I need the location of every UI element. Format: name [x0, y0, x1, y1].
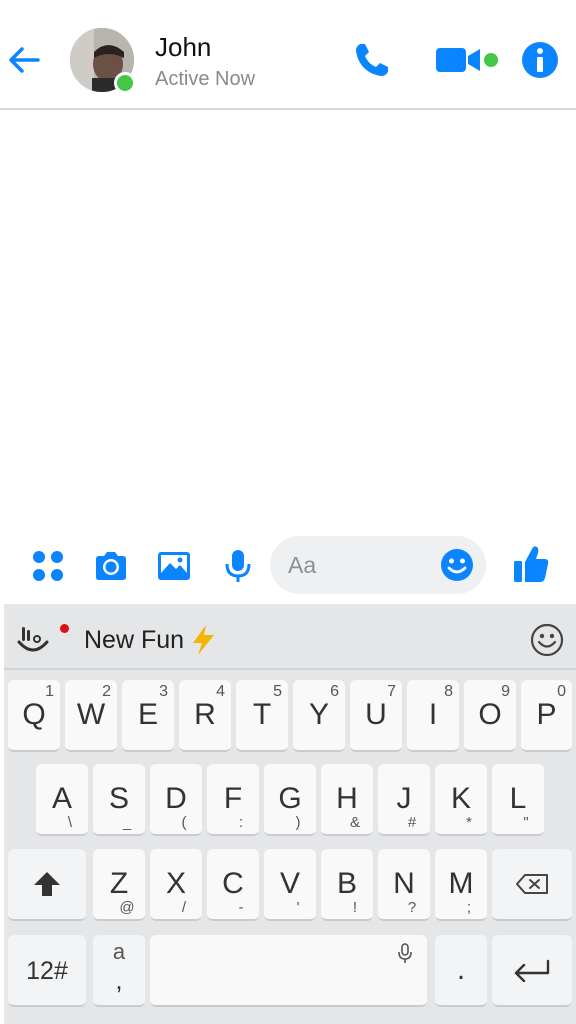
key-i[interactable]: 8I	[407, 680, 459, 752]
key-c[interactable]: C-	[207, 849, 259, 921]
key-r[interactable]: 4R	[179, 680, 231, 752]
on-screen-keyboard: New Fun 1Q 2W 3E 4R 5T 6Y 7U 8I 9O 0P A \…	[4, 604, 576, 1024]
key-y[interactable]: 6Y	[293, 680, 345, 752]
info-icon[interactable]	[520, 40, 560, 80]
key-h[interactable]: H &	[321, 764, 373, 836]
key-s[interactable]: S _	[93, 764, 145, 836]
gallery-image-icon[interactable]	[156, 548, 192, 584]
lightning-bolt-icon	[193, 625, 214, 655]
shift-arrow-icon	[34, 872, 60, 896]
camera-icon[interactable]	[93, 548, 129, 584]
video-active-dot	[484, 53, 498, 67]
key-j[interactable]: J #	[378, 764, 430, 836]
message-thread[interactable]	[0, 112, 576, 532]
apps-grid-icon[interactable]	[30, 548, 66, 584]
comma-key[interactable]: a ,	[93, 935, 145, 1007]
conversation-header: John Active Now	[0, 0, 576, 110]
back-arrow-icon[interactable]	[4, 40, 44, 80]
composer-bar: Aa	[0, 532, 576, 602]
message-input[interactable]: Aa	[270, 536, 486, 594]
key-e[interactable]: 3E	[122, 680, 174, 752]
key-k[interactable]: K *	[435, 764, 487, 836]
message-input-placeholder: Aa	[288, 552, 317, 578]
key-b[interactable]: B!	[321, 849, 373, 921]
key-t[interactable]: 5T	[236, 680, 288, 752]
online-status-dot	[114, 72, 136, 94]
space-bar[interactable]	[150, 935, 427, 1007]
emoji-icon[interactable]	[440, 548, 474, 582]
thumbs-up-icon[interactable]	[512, 544, 550, 584]
keyboard-toolbar-title[interactable]: New Fun	[84, 626, 184, 655]
enter-key[interactable]	[492, 935, 572, 1007]
key-o[interactable]: 9O	[464, 680, 516, 752]
keyboard-emoji-icon[interactable]	[530, 623, 564, 657]
backspace-icon	[516, 874, 548, 894]
active-status: Active Now	[155, 68, 256, 90]
key-p[interactable]: 0P	[521, 680, 572, 752]
phone-call-icon[interactable]	[352, 40, 392, 80]
key-m[interactable]: M;	[435, 849, 487, 921]
microphone-icon[interactable]	[220, 548, 256, 584]
video-call-icon[interactable]	[434, 40, 482, 80]
key-w[interactable]: 2W	[65, 680, 117, 752]
key-v[interactable]: V '	[264, 849, 316, 921]
notification-dot	[60, 624, 69, 633]
keyboard-toolbar: New Fun	[4, 604, 576, 670]
key-x[interactable]: X /	[150, 849, 202, 921]
key-q[interactable]: 1Q	[8, 680, 60, 752]
key-n[interactable]: N?	[378, 849, 430, 921]
key-f[interactable]: F:	[207, 764, 259, 836]
key-z[interactable]: Z @	[93, 849, 145, 921]
key-a[interactable]: A \	[36, 764, 88, 836]
key-l[interactable]: L "	[492, 764, 544, 836]
numbers-symbols-key[interactable]: 12#	[8, 935, 86, 1007]
contact-avatar[interactable]	[70, 28, 136, 94]
period-key[interactable]: .	[435, 935, 487, 1007]
backspace-key[interactable]	[492, 849, 572, 921]
voice-input-icon	[398, 943, 412, 963]
enter-arrow-icon	[514, 959, 550, 982]
key-u[interactable]: 7U	[350, 680, 402, 752]
keyboard-logo-icon[interactable]	[16, 624, 50, 656]
shift-key[interactable]	[8, 849, 86, 921]
contact-name[interactable]: John	[155, 32, 211, 63]
key-d[interactable]: D(	[150, 764, 202, 836]
key-g[interactable]: G)	[264, 764, 316, 836]
